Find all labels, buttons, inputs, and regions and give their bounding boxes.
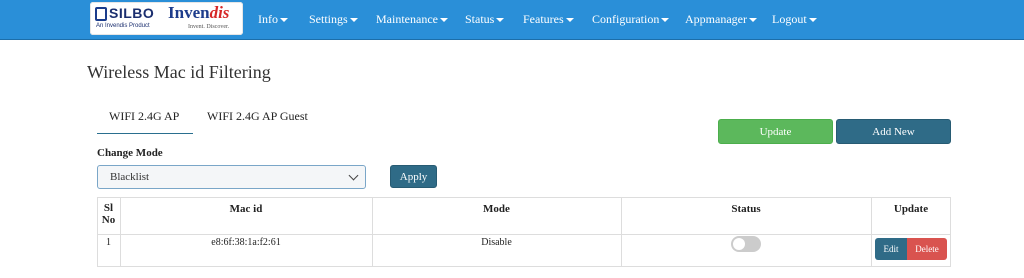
caret-down-icon: [808, 18, 817, 23]
active-tab-indicator: [97, 133, 193, 134]
nav-item-maintenance[interactable]: Maintenance: [376, 12, 448, 27]
table-header-divider: [98, 234, 950, 235]
mode-select[interactable]: Blacklist: [97, 165, 366, 189]
apply-button[interactable]: Apply: [390, 165, 437, 188]
silbo-tagline: An Invendis Product: [96, 23, 150, 29]
tab-wifi-24g-ap[interactable]: WIFI 2.4G AP: [109, 109, 179, 124]
caret-down-icon: [349, 18, 358, 23]
caret-down-icon: [661, 18, 670, 23]
nav-item-status[interactable]: Status: [465, 12, 505, 27]
caret-down-icon: [280, 18, 288, 23]
add-new-button[interactable]: Add New: [836, 119, 951, 144]
silbo-logo-icon: [95, 7, 107, 21]
nav-item-appmanager[interactable]: Appmanager: [685, 12, 757, 27]
table-row-sl: 1: [106, 237, 111, 248]
caret-down-icon: [565, 18, 574, 23]
edit-button[interactable]: Edit: [875, 238, 907, 260]
page-title: Wireless Mac id Filtering: [87, 62, 271, 82]
update-button[interactable]: Update: [718, 119, 833, 144]
change-mode-label: Change Mode: [97, 147, 163, 159]
nav-item-logout[interactable]: Logout: [772, 12, 817, 27]
header-update: Update: [893, 203, 929, 215]
table-row-mode: Disable: [481, 237, 512, 248]
chevron-down-icon: [348, 170, 359, 181]
silbo-logo-text: SILBO: [109, 5, 155, 21]
nav-item-configuration[interactable]: Configuration: [592, 12, 670, 27]
mode-select-value: Blacklist: [110, 171, 150, 183]
caret-down-icon: [439, 18, 448, 23]
brand-logo[interactable]: SILBO An Invendis Product Invendis Inven…: [90, 2, 243, 35]
invendis-tagline: Invent. Discover.: [188, 24, 230, 30]
status-toggle[interactable]: [731, 236, 761, 252]
table-row-mac: e8:6f:38:1a:f2:61: [211, 237, 281, 248]
invendis-logo-text: Invendis: [168, 3, 230, 22]
header-mode: Mode: [483, 203, 510, 215]
nav-item-settings[interactable]: Settings: [309, 12, 358, 27]
nav-item-info[interactable]: Info: [258, 12, 288, 27]
caret-down-icon: [748, 18, 757, 23]
tab-wifi-24g-ap-guest[interactable]: WIFI 2.4G AP Guest: [207, 109, 308, 124]
delete-button[interactable]: Delete: [907, 238, 947, 260]
header-mac-id: Mac id: [229, 203, 263, 215]
header-status: Status: [731, 203, 761, 215]
toggle-knob: [733, 238, 745, 250]
top-navbar: SILBO An Invendis Product Invendis Inven…: [0, 0, 1024, 40]
caret-down-icon: [496, 18, 505, 23]
nav-item-features[interactable]: Features: [523, 12, 574, 27]
header-sl-no: Sl No: [101, 202, 116, 226]
